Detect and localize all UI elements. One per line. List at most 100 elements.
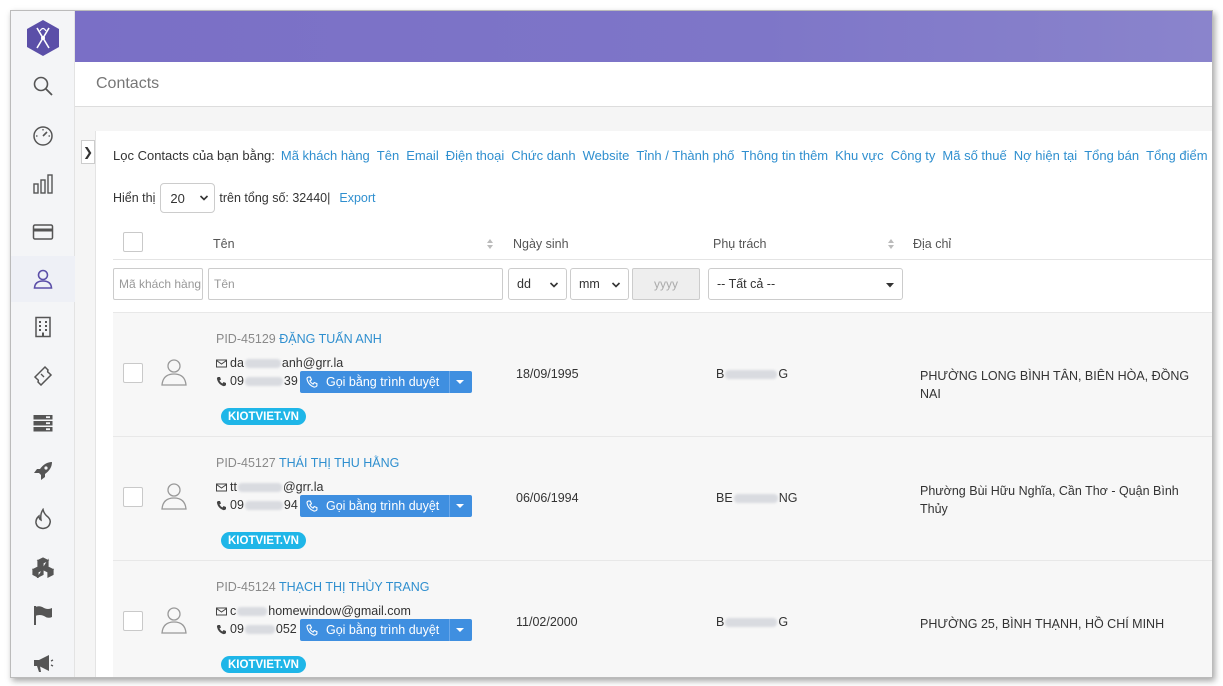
caret-down-icon[interactable] <box>456 627 464 633</box>
app-logo[interactable] <box>25 19 61 57</box>
source-badge: KIOTVIET.VN <box>221 408 306 425</box>
credit-card-icon <box>32 224 54 240</box>
avatar-icon <box>161 483 187 510</box>
filter-panel-toggle[interactable]: ❯ <box>81 140 95 164</box>
day-select[interactable]: dd <box>508 268 567 300</box>
filter-link-total-points[interactable]: Tổng điểm <box>1146 148 1207 163</box>
call-via-browser-button[interactable]: Gọi bằng trình duyệt <box>300 371 472 393</box>
nav-products[interactable] <box>11 544 75 590</box>
filter-link-name[interactable]: Tên <box>377 148 399 163</box>
contact-name-link[interactable]: ĐẶNG TUẤN ANH <box>279 332 382 346</box>
header-dob[interactable]: Ngày sinh <box>513 237 569 251</box>
contact-name-link[interactable]: THÁI THỊ THU HẰNG <box>279 456 399 470</box>
caret-down-icon[interactable] <box>456 379 464 385</box>
nav-announcements[interactable] <box>11 640 75 677</box>
contact-address: Phường Bùi Hữu Nghĩa, Cần Thơ - Quận Bìn… <box>920 484 1179 516</box>
nav-storage[interactable] <box>11 400 75 446</box>
month-value: mm <box>579 277 600 291</box>
nav-goals[interactable] <box>11 592 75 638</box>
call-label: Gọi bằng trình duyệt <box>326 623 440 637</box>
filter-link-region[interactable]: Khu vực <box>835 148 883 163</box>
call-via-browser-button[interactable]: Gọi bằng trình duyệt <box>300 619 472 641</box>
user-icon <box>33 269 53 289</box>
day-value: dd <box>517 277 531 291</box>
contact-owner: BE NG <box>716 491 798 505</box>
app-window: Contacts ❯ Lọc Contacts của bạn bằng: Mã … <box>10 10 1213 678</box>
table-row[interactable]: PID-45129 ĐẶNG TUẤN ANH da anh@grr.la 09 3… <box>113 312 1212 436</box>
filter-link-total-sales[interactable]: Tổng bán <box>1084 148 1139 163</box>
top-bar <box>75 11 1212 62</box>
filter-link-phone[interactable]: Điện thoại <box>446 148 505 163</box>
chevron-right-icon: ❯ <box>82 145 94 159</box>
call-label: Gọi bằng trình duyệt <box>326 499 440 513</box>
call-label: Gọi bằng trình duyệt <box>326 375 440 389</box>
sort-icon[interactable] <box>486 238 494 250</box>
chevron-down-icon <box>200 195 209 201</box>
month-select[interactable]: mm <box>570 268 629 300</box>
table-row[interactable]: PID-45127 THÁI THỊ THU HẰNG tt @grr.la 09… <box>113 436 1212 560</box>
contact-phone[interactable]: 09 052 <box>216 622 297 636</box>
filter-link-title[interactable]: Chức danh <box>511 148 575 163</box>
page-header: Contacts <box>75 62 1212 107</box>
call-via-browser-button[interactable]: Gọi bằng trình duyệt <box>300 495 472 517</box>
filter-link-city[interactable]: Tỉnh / Thành phố <box>636 148 734 163</box>
megaphone-icon <box>34 655 54 672</box>
contact-dob: 11/02/2000 <box>516 615 578 629</box>
filter-bar: Lọc Contacts của bạn bằng: Mã khách hàng T… <box>113 148 1212 163</box>
building-icon <box>35 316 51 338</box>
phone-icon <box>306 500 318 512</box>
filter-link-customer-code[interactable]: Mã khách hàng <box>281 148 370 163</box>
contact-phone[interactable]: 09 39 <box>216 374 298 388</box>
nav-tickets[interactable] <box>11 352 75 398</box>
header-address[interactable]: Địa chỉ <box>913 237 951 251</box>
sort-icon[interactable] <box>887 238 895 250</box>
name-filter-input[interactable]: Tên <box>208 268 503 300</box>
contacts-panel: Lọc Contacts của bạn bằng: Mã khách hàng T… <box>95 131 1212 677</box>
header-owner[interactable]: Phụ trách <box>713 237 767 251</box>
nav-reports[interactable] <box>11 161 75 207</box>
row-checkbox[interactable] <box>123 611 143 631</box>
filter-link-email[interactable]: Email <box>406 148 439 163</box>
contact-id: PID-45124 THẠCH THỊ THÙY TRANG <box>216 580 430 594</box>
source-badge: KIOTVIET.VN <box>221 656 306 673</box>
divider: | <box>327 191 331 205</box>
contact-address: PHƯỜNG 25, BÌNH THẠNH, HỒ CHÍ MINH <box>920 617 1165 631</box>
nav-hot-leads[interactable] <box>11 496 75 542</box>
row-checkbox[interactable] <box>123 487 143 507</box>
ticket-icon <box>33 365 53 386</box>
filter-link-current-debt[interactable]: Nợ hiện tại <box>1014 148 1077 163</box>
select-all-checkbox[interactable] <box>123 232 143 252</box>
envelope-icon <box>216 359 227 367</box>
customer-code-filter-input[interactable]: Mã khách hàng <box>113 268 203 300</box>
filter-link-website[interactable]: Website <box>583 148 630 163</box>
nav-companies[interactable] <box>11 304 75 350</box>
nav-dashboard[interactable] <box>11 113 75 159</box>
fire-icon <box>35 508 51 530</box>
nav-campaigns[interactable] <box>11 448 75 494</box>
nav-search[interactable] <box>11 63 75 109</box>
year-filter-input[interactable]: yyyy <box>632 268 700 300</box>
contact-phone[interactable]: 09 94 <box>216 498 298 512</box>
table-row[interactable]: PID-45124 THẠCH THỊ THÙY TRANG c homewind… <box>113 560 1212 677</box>
avatar-icon <box>161 607 187 634</box>
column-filter-row: Mã khách hàng Tên dd mm yyyy -- Tất cả -… <box>113 268 1212 304</box>
contact-dob: 06/06/1994 <box>516 491 579 505</box>
caret-down-icon[interactable] <box>456 503 464 509</box>
filter-link-tax-code[interactable]: Mã số thuế <box>942 148 1006 163</box>
contact-email[interactable]: da anh@grr.la <box>216 356 343 370</box>
nav-payments[interactable] <box>11 209 75 255</box>
page-size-select[interactable]: 20 <box>160 183 216 213</box>
contact-email[interactable]: c homewindow@gmail.com <box>216 604 411 618</box>
filter-link-more-info[interactable]: Thông tin thêm <box>741 148 828 163</box>
row-checkbox[interactable] <box>123 363 143 383</box>
envelope-icon <box>216 483 227 491</box>
header-name[interactable]: Tên <box>213 237 235 251</box>
contact-name-link[interactable]: THẠCH THỊ THÙY TRANG <box>279 580 429 594</box>
contact-email[interactable]: tt @grr.la <box>216 480 323 494</box>
filter-link-company[interactable]: Công ty <box>891 148 936 163</box>
export-link[interactable]: Export <box>339 191 375 205</box>
source-badge: KIOTVIET.VN <box>221 532 306 549</box>
nav-contacts[interactable] <box>11 256 75 302</box>
phone-icon <box>216 376 226 386</box>
owner-filter-select[interactable]: -- Tất cả -- <box>708 268 903 300</box>
